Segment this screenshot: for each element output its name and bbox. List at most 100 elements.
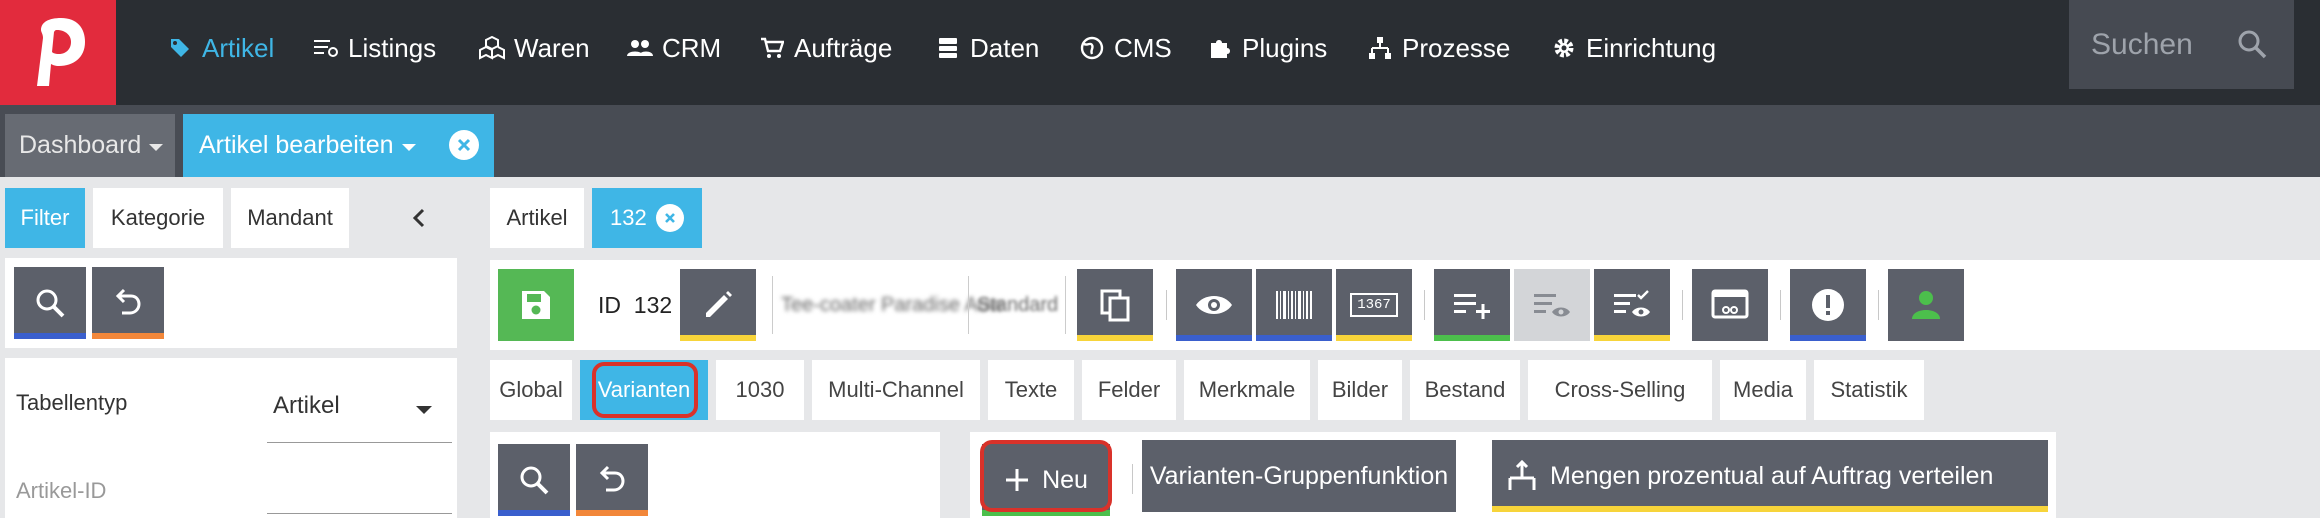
nav-label: Einrichtung xyxy=(1586,32,1717,63)
toolbar-separator xyxy=(1166,290,1167,320)
online-store-preview-button[interactable] xyxy=(1692,269,1768,341)
tab-1030[interactable]: 1030 xyxy=(716,360,804,420)
warnings-button[interactable] xyxy=(1790,269,1866,341)
splitter[interactable] xyxy=(470,178,490,518)
nav-einrichtung[interactable]: Einrichtung xyxy=(1550,26,1716,70)
tab-global[interactable]: Global xyxy=(490,360,572,420)
edit-button[interactable] xyxy=(680,269,756,341)
article-name-value: Tee-coater Paradise Aow xyxy=(781,294,1004,316)
close-icon[interactable] xyxy=(449,130,479,160)
nav-cms[interactable]: CMS xyxy=(1078,26,1172,70)
varianten-highlight-annotation xyxy=(592,362,698,418)
tag-icon xyxy=(166,34,194,62)
tab-filter[interactable]: Filter xyxy=(5,188,85,248)
plentymarkets-logo[interactable] xyxy=(0,0,116,105)
tab-bilder[interactable]: Bilder xyxy=(1318,360,1402,420)
list-check-button[interactable] xyxy=(1594,269,1670,341)
tab-statistik[interactable]: Statistik xyxy=(1814,360,1924,420)
listings-icon xyxy=(312,34,340,62)
barcode-icon xyxy=(1274,289,1314,321)
button-underline xyxy=(680,335,756,341)
nav-label: Waren xyxy=(514,32,590,63)
variant-name-value: Standard xyxy=(977,294,1059,316)
nav-prozesse[interactable]: Prozesse xyxy=(1366,26,1510,70)
top-navigation-bar: Artikel Listings Waren CRM Aufträge Date… xyxy=(0,0,2320,105)
button-underline xyxy=(1176,335,1252,341)
tab-kategorie[interactable]: Kategorie xyxy=(93,188,223,248)
search-icon[interactable] xyxy=(2236,28,2268,60)
boxes-icon xyxy=(478,34,506,62)
user-icon xyxy=(1908,287,1944,323)
nav-label: Listings xyxy=(348,32,437,63)
variant-reset-button[interactable] xyxy=(576,444,648,516)
toolbar-separator xyxy=(1682,290,1683,320)
number-button[interactable]: 1367 xyxy=(1336,269,1412,341)
search-button[interactable] xyxy=(14,267,86,339)
flow-icon xyxy=(1366,34,1394,62)
variant-search-button[interactable] xyxy=(498,444,570,516)
nav-daten[interactable]: Daten xyxy=(934,26,1039,70)
article-name-field[interactable]: Tee-coater Paradise Aow Standard xyxy=(772,276,1066,334)
variant-filter-panel xyxy=(490,432,940,518)
close-icon[interactable] xyxy=(656,204,684,232)
tab-label: Media xyxy=(1733,377,1793,402)
preview-button[interactable] xyxy=(1176,269,1252,341)
tab-artikel-bearbeiten[interactable]: Artikel bearbeiten xyxy=(183,114,494,177)
list-view-button xyxy=(1514,269,1590,341)
tab-mandant[interactable]: Mandant xyxy=(231,188,349,248)
undo-icon xyxy=(111,286,145,320)
tab-texte[interactable]: Texte xyxy=(988,360,1074,420)
tab-label: Bilder xyxy=(1331,377,1389,402)
distribute-quantities-button[interactable]: Mengen prozentual auf Auftrag verteilen xyxy=(1492,440,2048,512)
add-to-list-button[interactable] xyxy=(1434,269,1510,341)
left-panel-tabs: Filter Kategorie Mandant xyxy=(5,188,457,248)
search-box[interactable]: Suchen xyxy=(2069,0,2294,89)
tab-label: Dashboard xyxy=(19,131,142,159)
tab-cross-selling[interactable]: Cross-Selling xyxy=(1528,360,1712,420)
variant-group-function-button[interactable]: Varianten-Gruppenfunktion xyxy=(1142,440,1456,512)
tab-felder[interactable]: Felder xyxy=(1082,360,1176,420)
button-underline xyxy=(576,510,648,516)
nav-crm[interactable]: CRM xyxy=(626,26,721,70)
nav-waren[interactable]: Waren xyxy=(478,26,590,70)
search-icon xyxy=(33,286,67,320)
nav-auftraege[interactable]: Aufträge xyxy=(758,26,892,70)
search-placeholder: Suchen xyxy=(2091,27,2193,61)
nav-plugins[interactable]: Plugins xyxy=(1206,26,1327,70)
collapse-panel-icon[interactable] xyxy=(405,204,435,234)
list-check-icon xyxy=(1612,289,1652,321)
list-view-icon xyxy=(1532,289,1572,321)
nav-artikel[interactable]: Artikel xyxy=(166,26,274,70)
nav-label: Artikel xyxy=(202,32,275,63)
reset-button[interactable] xyxy=(92,267,164,339)
artikel-id-placeholder: Artikel-ID xyxy=(16,478,107,503)
save-button[interactable] xyxy=(498,269,574,341)
nav-label: CMS xyxy=(1114,32,1172,63)
nav-listings[interactable]: Listings xyxy=(312,26,436,70)
users-icon xyxy=(626,34,654,62)
tab-multi-channel[interactable]: Multi-Channel xyxy=(812,360,980,420)
left-filter-form: Tabellentyp Artikel Artikel-ID xyxy=(5,358,457,518)
copy-icon xyxy=(1097,287,1133,323)
barcode-button[interactable] xyxy=(1256,269,1332,341)
chevron-down-icon xyxy=(416,406,432,414)
tab-media[interactable]: Media xyxy=(1720,360,1806,420)
tab-merkmale[interactable]: Merkmale xyxy=(1184,360,1310,420)
id-value: 132 xyxy=(633,292,673,318)
user-button[interactable] xyxy=(1888,269,1964,341)
tab-article-132[interactable]: 132 xyxy=(592,188,702,248)
tab-label: Statistik xyxy=(1830,377,1908,402)
table-type-label: Tabellentyp xyxy=(16,390,128,415)
button-underline xyxy=(14,333,86,339)
tab-bestand[interactable]: Bestand xyxy=(1410,360,1520,420)
table-type-value: Artikel xyxy=(273,392,340,419)
artikel-id-field[interactable]: Artikel-ID xyxy=(16,466,456,512)
tab-artikel[interactable]: Artikel xyxy=(490,188,584,248)
tab-label: Kategorie xyxy=(110,205,206,230)
copy-button[interactable] xyxy=(1077,269,1153,341)
workspace-tab-bar: Dashboard Artikel bearbeiten xyxy=(0,105,2320,177)
nav-label: Daten xyxy=(970,32,1040,63)
table-type-select[interactable]: Artikel xyxy=(267,378,452,443)
tab-dashboard[interactable]: Dashboard xyxy=(5,114,175,177)
tab-label: Artikel bearbeiten xyxy=(199,131,394,159)
